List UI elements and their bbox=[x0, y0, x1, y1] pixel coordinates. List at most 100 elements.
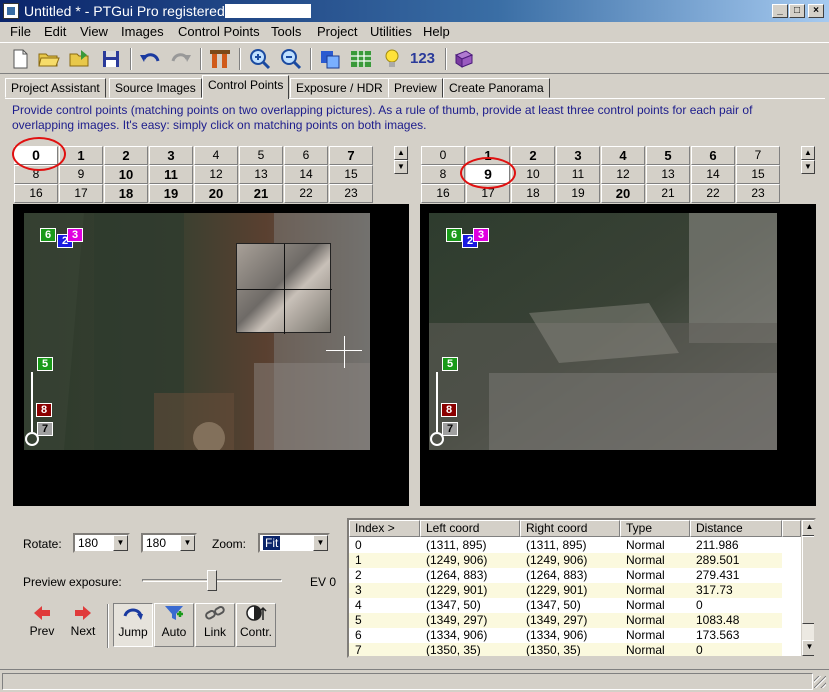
right-image-18[interactable]: 18 bbox=[511, 184, 555, 203]
contrast-button[interactable]: Contr. bbox=[236, 603, 276, 647]
table-row[interactable]: 5 (1349, 297) (1349, 297) Normal 1083.48 bbox=[349, 613, 782, 628]
menu-images[interactable]: Images bbox=[121, 24, 164, 39]
right-image-16[interactable]: 16 bbox=[421, 184, 465, 203]
left-image-13[interactable]: 13 bbox=[239, 165, 283, 184]
right-aerial-photo[interactable] bbox=[429, 213, 777, 450]
right-image-21[interactable]: 21 bbox=[646, 184, 690, 203]
table-row[interactable]: 0 (1311, 895) (1311, 895) Normal 211.986 bbox=[349, 538, 782, 553]
column-header-distance[interactable]: Distance bbox=[690, 520, 782, 537]
column-header-index[interactable]: Index > bbox=[349, 520, 420, 537]
right-image-11[interactable]: 11 bbox=[556, 165, 600, 184]
left-image-7[interactable]: 7 bbox=[329, 146, 373, 165]
left-image-14[interactable]: 14 bbox=[284, 165, 328, 184]
redo-icon[interactable] bbox=[169, 47, 193, 71]
left-image-5[interactable]: 5 bbox=[239, 146, 283, 165]
chevron-down-icon[interactable]: ▼ bbox=[113, 535, 128, 551]
left-image-6[interactable]: 6 bbox=[284, 146, 328, 165]
left-image-12[interactable]: 12 bbox=[194, 165, 238, 184]
menu-file[interactable]: File bbox=[10, 24, 31, 39]
left-image-17[interactable]: 17 bbox=[59, 184, 103, 203]
numbering-button[interactable]: 123 bbox=[410, 47, 440, 71]
right-grid-scroll-up[interactable]: ▲ bbox=[801, 146, 815, 160]
menu-utilities[interactable]: Utilities bbox=[370, 24, 412, 39]
left-image-20[interactable]: 20 bbox=[194, 184, 238, 203]
tab-source-images[interactable]: Source Images bbox=[109, 78, 202, 98]
left-image-16[interactable]: 16 bbox=[14, 184, 58, 203]
tips-bulb-icon[interactable] bbox=[380, 47, 404, 71]
marker-8-right[interactable]: 8 bbox=[441, 403, 457, 417]
batch-stitcher-icon[interactable] bbox=[452, 47, 476, 71]
marker-8-left[interactable]: 8 bbox=[36, 403, 52, 417]
right-image-6[interactable]: 6 bbox=[691, 146, 735, 165]
link-button[interactable]: Link bbox=[195, 603, 235, 647]
column-header-left-coord[interactable]: Left coord bbox=[420, 520, 520, 537]
menu-view[interactable]: View bbox=[80, 24, 108, 39]
right-image-2[interactable]: 2 bbox=[511, 146, 555, 165]
left-image-15[interactable]: 15 bbox=[329, 165, 373, 184]
table-row[interactable]: 1 (1249, 906) (1249, 906) Normal 289.501 bbox=[349, 553, 782, 568]
exposure-slider-thumb[interactable] bbox=[207, 570, 217, 591]
left-image-18[interactable]: 18 bbox=[104, 184, 148, 203]
table-scrollbar[interactable]: ▲ ▼ bbox=[801, 520, 814, 656]
rotate-left-select[interactable]: 180 ▼ bbox=[73, 533, 130, 553]
panorama-editor-icon[interactable] bbox=[318, 47, 342, 71]
zoom-in-icon[interactable] bbox=[248, 47, 272, 71]
prev-button[interactable]: Prev bbox=[22, 605, 62, 649]
left-grid-scroll-up[interactable]: ▲ bbox=[394, 146, 408, 160]
marker-3-right[interactable]: 3 bbox=[473, 228, 489, 242]
left-image-10[interactable]: 10 bbox=[104, 165, 148, 184]
undo-icon[interactable] bbox=[138, 47, 162, 71]
control-point-table[interactable]: Index > Left coord Right coord Type Dist… bbox=[347, 518, 816, 658]
new-file-icon[interactable] bbox=[8, 47, 32, 71]
left-image-3[interactable]: 3 bbox=[149, 146, 193, 165]
menu-project[interactable]: Project bbox=[317, 24, 357, 39]
right-image-4[interactable]: 4 bbox=[601, 146, 645, 165]
marker-5-left[interactable]: 5 bbox=[37, 357, 53, 371]
right-image-3[interactable]: 3 bbox=[556, 146, 600, 165]
right-image-13[interactable]: 13 bbox=[646, 165, 690, 184]
tab-project-assistant[interactable]: Project Assistant bbox=[5, 78, 106, 98]
right-image-14[interactable]: 14 bbox=[691, 165, 735, 184]
right-image-20[interactable]: 20 bbox=[601, 184, 645, 203]
left-image-19[interactable]: 19 bbox=[149, 184, 193, 203]
column-header-type[interactable]: Type bbox=[620, 520, 690, 537]
zoom-out-icon[interactable] bbox=[279, 47, 303, 71]
menu-control-points[interactable]: Control Points bbox=[178, 24, 260, 39]
menu-edit[interactable]: Edit bbox=[44, 24, 66, 39]
right-image-15[interactable]: 15 bbox=[736, 165, 780, 184]
open-folder-icon[interactable] bbox=[37, 47, 61, 71]
menu-help[interactable]: Help bbox=[423, 24, 450, 39]
optimizer-tools-icon[interactable] bbox=[208, 47, 232, 71]
left-grid-scroll-down[interactable]: ▼ bbox=[394, 160, 408, 174]
right-image-5[interactable]: 5 bbox=[646, 146, 690, 165]
marker-3-left[interactable]: 3 bbox=[67, 228, 83, 242]
auto-button[interactable]: Auto bbox=[154, 603, 194, 647]
table-scroll-down[interactable]: ▼ bbox=[802, 640, 814, 656]
column-header-right-coord[interactable]: Right coord bbox=[520, 520, 620, 537]
table-row[interactable]: 4 (1347, 50) (1347, 50) Normal 0 bbox=[349, 598, 782, 613]
left-image-2[interactable]: 2 bbox=[104, 146, 148, 165]
maximize-button[interactable]: □ bbox=[789, 4, 805, 18]
chevron-down-icon[interactable]: ▼ bbox=[180, 535, 195, 551]
table-scroll-up[interactable]: ▲ bbox=[802, 520, 814, 536]
tab-exposure-hdr[interactable]: Exposure / HDR bbox=[290, 78, 389, 98]
left-image-21[interactable]: 21 bbox=[239, 184, 283, 203]
left-image-9[interactable]: 9 bbox=[59, 165, 103, 184]
table-row[interactable]: 3 (1229, 901) (1229, 901) Normal 317.73 bbox=[349, 583, 782, 598]
right-image-23[interactable]: 23 bbox=[736, 184, 780, 203]
save-icon[interactable] bbox=[99, 47, 123, 71]
zoom-select[interactable]: Fit ▼ bbox=[258, 533, 330, 553]
menu-tools[interactable]: Tools bbox=[271, 24, 301, 39]
next-button[interactable]: Next bbox=[63, 605, 103, 649]
control-point-table-icon[interactable] bbox=[349, 47, 373, 71]
right-image-0[interactable]: 0 bbox=[421, 146, 465, 165]
table-scroll-thumb[interactable] bbox=[802, 536, 814, 624]
marker-6-left[interactable]: 6 bbox=[40, 228, 56, 242]
right-image-22[interactable]: 22 bbox=[691, 184, 735, 203]
tab-preview[interactable]: Preview bbox=[388, 78, 443, 98]
marker-6-right[interactable]: 6 bbox=[446, 228, 462, 242]
table-row[interactable]: 2 (1264, 883) (1264, 883) Normal 279.431 bbox=[349, 568, 782, 583]
table-row[interactable]: 7 (1350, 35) (1350, 35) Normal 0 bbox=[349, 643, 782, 656]
tab-control-points[interactable]: Control Points bbox=[202, 75, 290, 99]
table-row[interactable]: 6 (1334, 906) (1334, 906) Normal 173.563 bbox=[349, 628, 782, 643]
